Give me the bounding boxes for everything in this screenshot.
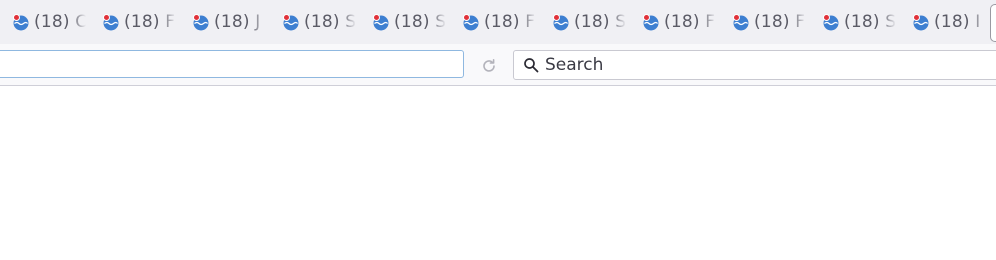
url-bar[interactable] — [0, 50, 464, 78]
tab-label: (18) S — [394, 12, 446, 32]
globe-with-notification-dot-icon — [12, 13, 30, 31]
globe-with-notification-dot-icon — [912, 13, 930, 31]
tab-label: (18) F — [664, 12, 716, 32]
globe-with-notification-dot-icon — [642, 13, 660, 31]
tab[interactable]: (18) F — [94, 0, 176, 44]
globe-with-notification-dot-icon — [282, 13, 300, 31]
search-box[interactable]: Search — [513, 50, 996, 80]
tab[interactable]: (18) F — [724, 0, 806, 44]
globe-with-notification-dot-icon — [552, 13, 570, 31]
tab[interactable]: (18) C — [4, 0, 86, 44]
tab-label: (18) J — [214, 12, 261, 32]
tab[interactable]: (18) F — [454, 0, 536, 44]
tab-label: (18) S — [304, 12, 356, 32]
tab[interactable]: (18) S — [364, 0, 446, 44]
navigation-toolbar: Search — [0, 44, 996, 86]
tab-label: (18) F — [754, 12, 806, 32]
active-tab-edge[interactable] — [990, 4, 996, 42]
globe-with-notification-dot-icon — [192, 13, 210, 31]
tab[interactable]: (18) S — [274, 0, 356, 44]
tab-label: (18) F — [124, 12, 176, 32]
globe-with-notification-dot-icon — [372, 13, 390, 31]
globe-with-notification-dot-icon — [462, 13, 480, 31]
tab-label: (18) I — [934, 12, 981, 32]
globe-with-notification-dot-icon — [822, 13, 840, 31]
tab[interactable]: (18) S — [544, 0, 626, 44]
magnifier-icon — [523, 57, 539, 73]
page-content — [0, 86, 996, 260]
tab-label: (18) S — [844, 12, 896, 32]
globe-with-notification-dot-icon — [732, 13, 750, 31]
reload-icon[interactable] — [478, 55, 500, 77]
tab[interactable]: (18) F — [634, 0, 716, 44]
search-placeholder: Search — [545, 55, 604, 75]
tab[interactable]: (18) I — [904, 0, 986, 44]
globe-with-notification-dot-icon — [102, 13, 120, 31]
tab-label: (18) F — [484, 12, 536, 32]
tab[interactable]: (18) J — [184, 0, 266, 44]
tab-strip: (18) C (18) F (18) J (18) S (18) S (18) F (18)… — [0, 0, 996, 44]
tab-label: (18) S — [574, 12, 626, 32]
tab-label: (18) C — [34, 12, 86, 32]
tab[interactable]: (18) S — [814, 0, 896, 44]
